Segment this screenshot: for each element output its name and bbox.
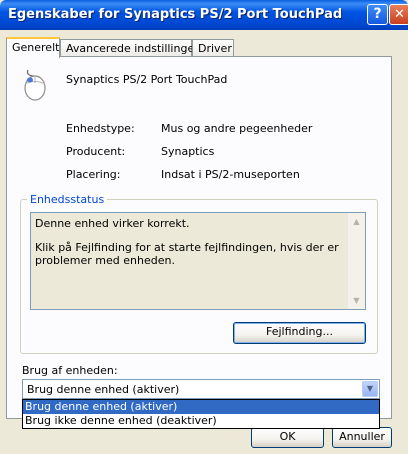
tab-generelt[interactable]: Generelt (6, 37, 60, 58)
option-disable-device[interactable]: Brug ikke denne enhed (deaktiver) (23, 414, 379, 428)
device-status-title: Enhedsstatus (27, 193, 108, 206)
ok-button[interactable]: OK (251, 427, 324, 448)
device-usage-dropdown: Brug denne enhed (aktiver) Brug ikke den… (22, 399, 380, 429)
tab-avancerede-indstillinger[interactable]: Avancerede indstillinger (60, 39, 199, 57)
manufacturer-label: Producent: (66, 145, 126, 158)
close-button[interactable]: ✕ (389, 4, 408, 25)
help-button[interactable]: ? (367, 4, 388, 25)
properties-dialog: Egenskaber for Synaptics PS/2 Port Touch… (0, 0, 408, 454)
cancel-button[interactable]: Annuller (332, 427, 392, 448)
mouse-icon (20, 68, 50, 105)
status-line-1: Denne enhed virker korrekt. (35, 217, 190, 230)
chevron-down-icon[interactable]: ▼ (362, 381, 378, 397)
device-type-label: Enhedstype: (66, 122, 135, 135)
troubleshoot-button[interactable]: Fejlfinding... (233, 322, 366, 344)
manufacturer-value: Synaptics (161, 145, 215, 158)
device-usage-selected: Brug denne enhed (aktiver) (27, 383, 180, 396)
device-usage-label: Brug af enheden: (22, 364, 118, 377)
option-enable-device[interactable]: Brug denne enhed (aktiver) (23, 400, 379, 414)
location-label: Placering: (66, 168, 121, 181)
device-name: Synaptics PS/2 Port TouchPad (66, 73, 228, 86)
device-type-value: Mus og andre pegeenheder (161, 122, 313, 135)
window-title: Egenskaber for Synaptics PS/2 Port Touch… (8, 7, 343, 22)
device-usage-select[interactable]: Brug denne enhed (aktiver) ▼ (22, 379, 380, 399)
status-textbox[interactable]: Denne enhed virker korrekt. Klik på Fejl… (30, 212, 366, 310)
tab-driver[interactable]: Driver (192, 39, 234, 57)
scroll-down-icon[interactable]: ▼ (349, 293, 364, 308)
status-text: Denne enhed virker korrekt. Klik på Fejl… (35, 217, 345, 267)
vertical-scrollbar[interactable]: ▲ ▼ (348, 213, 365, 309)
title-bar[interactable]: Egenskaber for Synaptics PS/2 Port Touch… (0, 0, 408, 30)
status-line-2: Klik på Fejlfinding for at starte fejlfi… (35, 241, 339, 267)
scroll-up-icon[interactable]: ▲ (349, 214, 364, 229)
location-value: Indsat i PS/2-museporten (161, 168, 300, 181)
